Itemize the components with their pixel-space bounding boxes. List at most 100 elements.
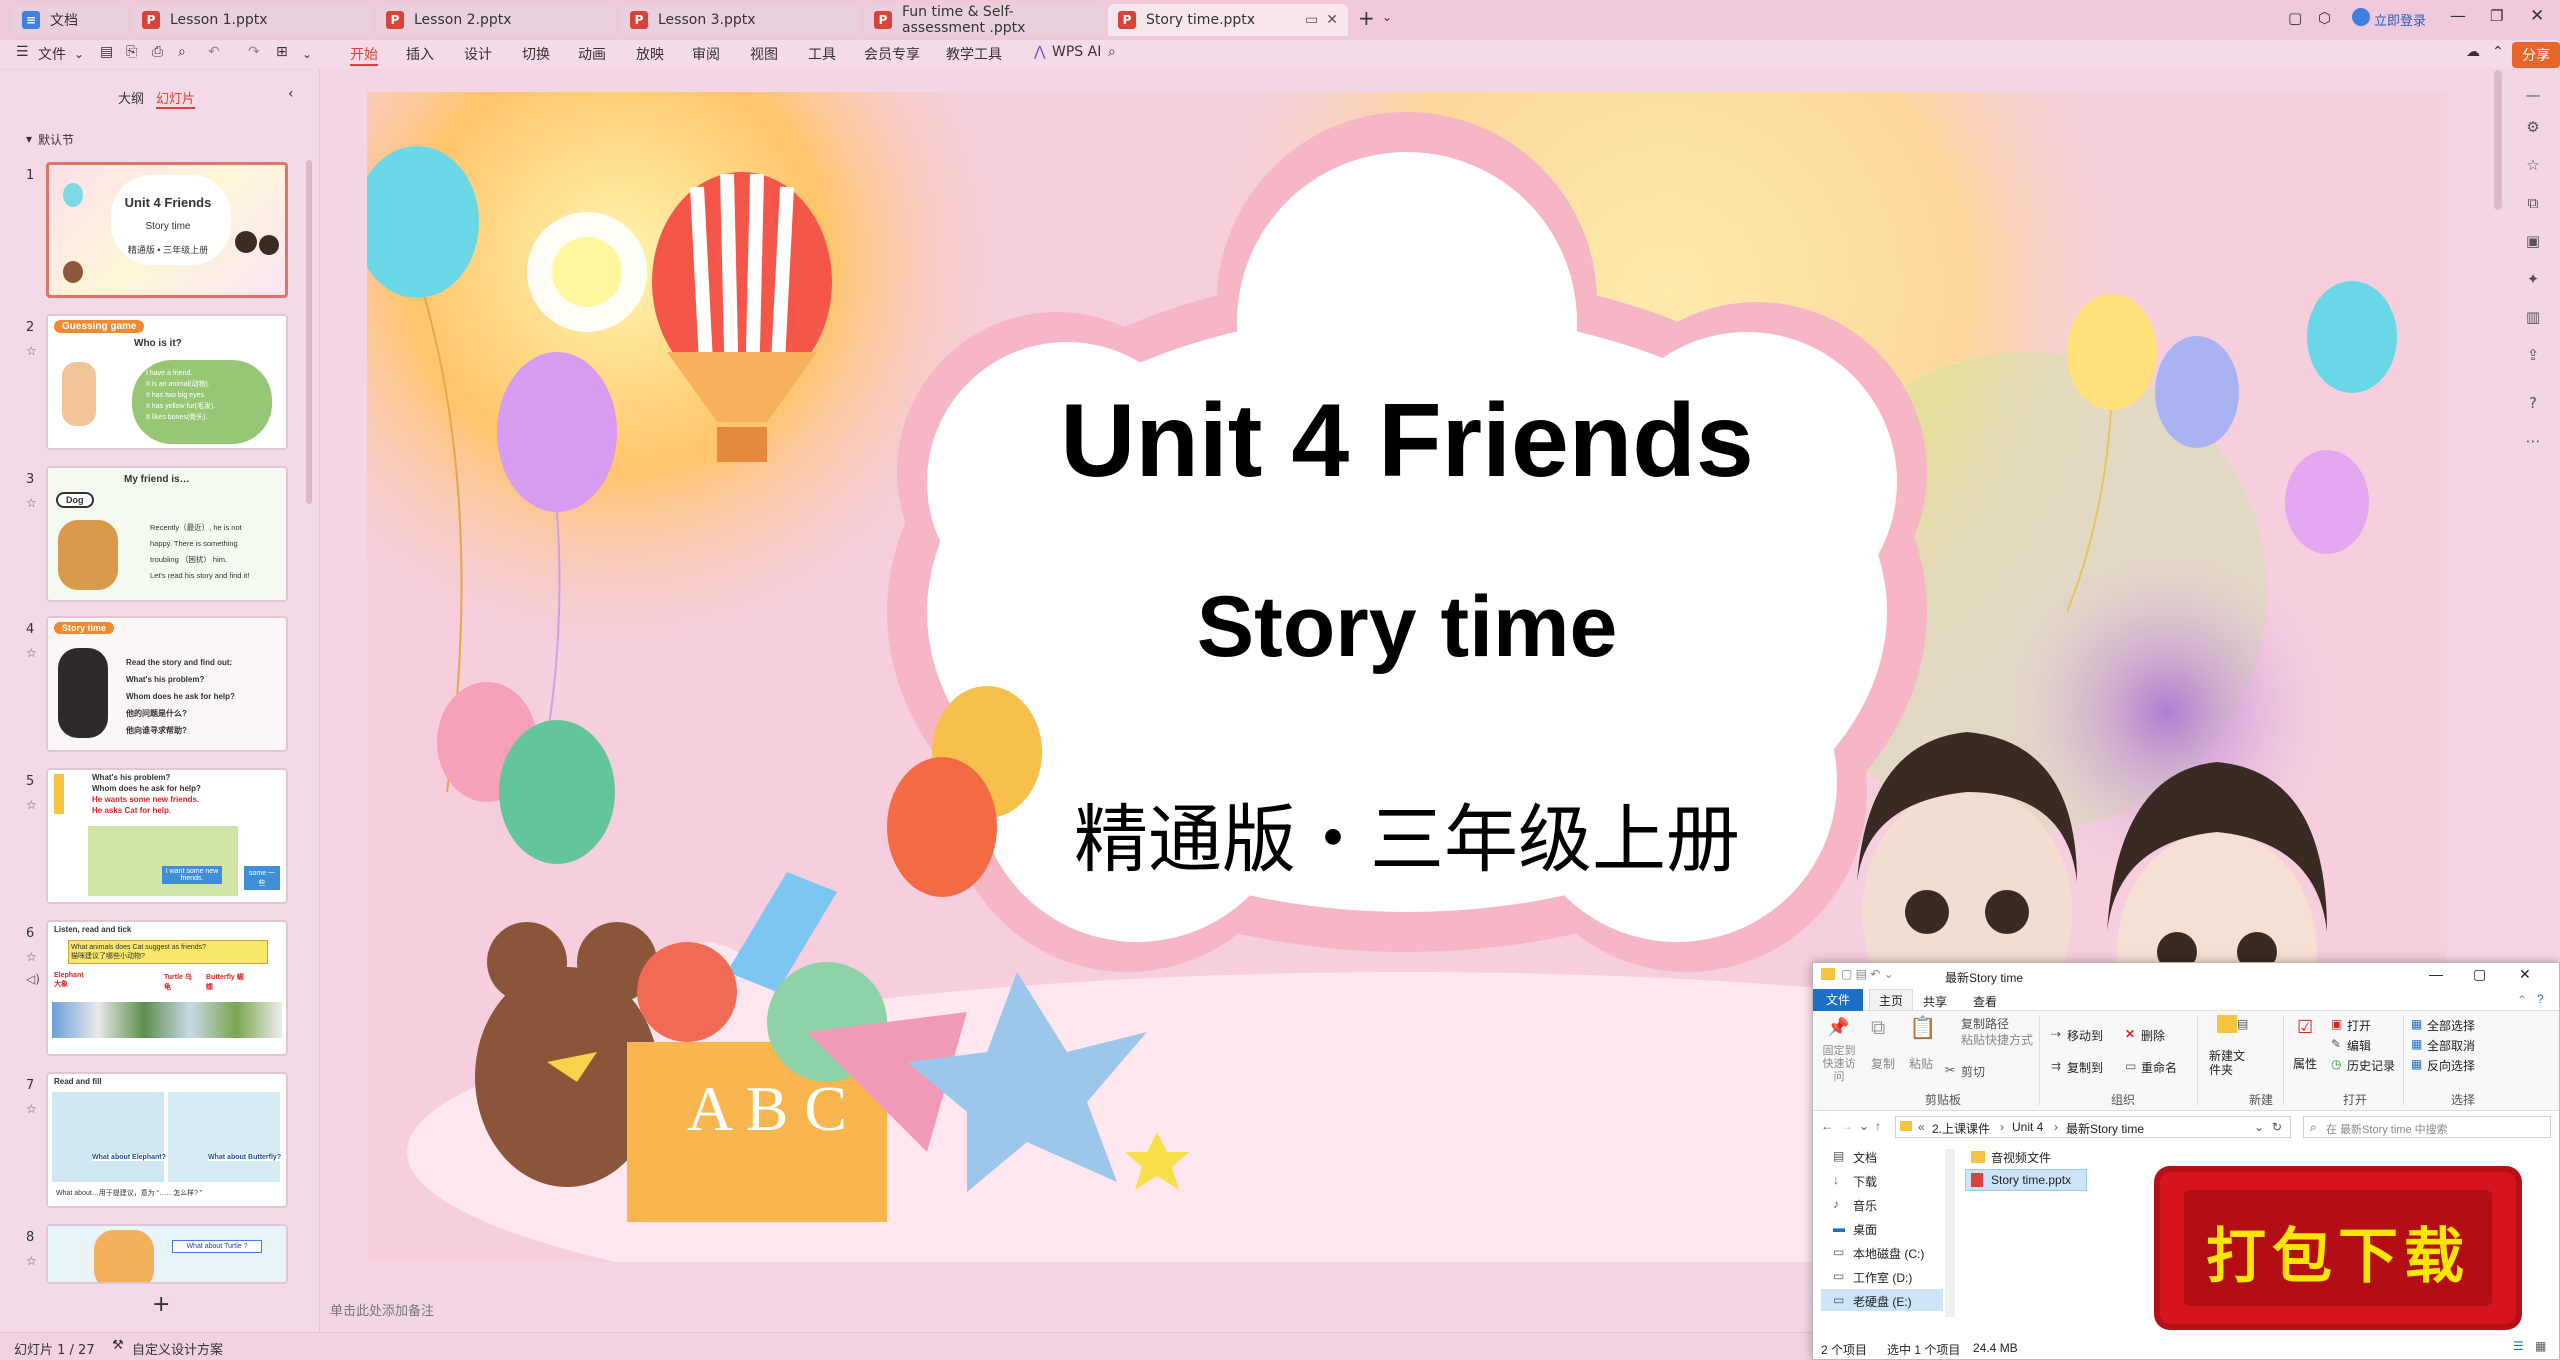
forward-icon[interactable]: → xyxy=(1841,1119,1853,1133)
move-to-button[interactable]: 移动到 xyxy=(2067,1027,2103,1044)
new-folder-icon[interactable] xyxy=(2217,1015,2237,1033)
export-icon[interactable]: ⎘ xyxy=(126,44,137,60)
explorer-close-icon[interactable]: ✕ xyxy=(2519,966,2531,983)
preview-icon[interactable]: ⌕ xyxy=(178,44,186,60)
rename-icon[interactable]: ▭ xyxy=(2125,1059,2136,1073)
select-all-button[interactable]: 全部选择 xyxy=(2427,1017,2475,1034)
new-folder-button[interactable]: 新建文件夹 xyxy=(2209,1049,2245,1077)
wps-ai-button[interactable]: WPS AI xyxy=(1052,44,1101,60)
slide-thumbnail-6[interactable]: Listen, read and tick What animals does … xyxy=(46,920,288,1056)
file-menu-chevron-icon[interactable]: ⌄ xyxy=(74,47,84,61)
redo-icon[interactable]: ↷ xyxy=(248,44,260,60)
tab-list-chevron-icon[interactable]: ⌄ xyxy=(1382,10,1392,24)
thumbnail-scrollbar[interactable] xyxy=(306,160,312,504)
tab-lesson1[interactable]: P Lesson 1.pptx xyxy=(132,4,372,36)
tab-slides[interactable]: 幻灯片 xyxy=(156,88,196,109)
image-icon[interactable]: ▣ xyxy=(2522,232,2544,254)
explorer-minimize-icon[interactable]: — xyxy=(2429,966,2443,982)
refresh-icon[interactable]: ↻ xyxy=(2272,1120,2282,1134)
paste-button[interactable]: 粘贴 xyxy=(1909,1055,1933,1072)
explorer-tab-share[interactable]: 共享 xyxy=(1923,993,1947,1010)
slide-subtitle[interactable]: Story time xyxy=(367,578,2447,677)
favorite-icon[interactable]: ☆ xyxy=(2522,156,2544,178)
path-segment[interactable]: 最新Story time xyxy=(2066,1120,2144,1137)
copy-icon[interactable]: ⧉ xyxy=(2522,194,2544,216)
path-segment[interactable]: Unit 4 xyxy=(2012,1120,2043,1134)
scissors-icon[interactable]: ✂ xyxy=(1945,1063,1955,1077)
more-chevron-icon[interactable]: ⌄ xyxy=(302,47,312,61)
history-icon[interactable]: ◷ xyxy=(2331,1057,2341,1071)
monitor-icon[interactable]: ▭ xyxy=(1305,12,1318,28)
window-layout-icon[interactable]: ▢ xyxy=(2288,9,2302,27)
nav-item-documents[interactable]: 文档 xyxy=(1853,1149,1877,1166)
pin-quick-access[interactable]: 固定到快速访问 xyxy=(1819,1045,1859,1084)
menu-teaching-tools[interactable]: 教学工具 xyxy=(946,44,1002,64)
explorer-help-icon[interactable]: ? xyxy=(2537,992,2544,1006)
move-to-icon[interactable]: ⇢ xyxy=(2051,1027,2061,1041)
recent-chevron-icon[interactable]: ⌄ xyxy=(1859,1119,1869,1133)
tab-outline[interactable]: 大纲 xyxy=(118,88,144,107)
cloud-sync-icon[interactable]: ☁ xyxy=(2466,44,2480,60)
star-icon[interactable]: ☆ xyxy=(26,950,37,964)
menu-review[interactable]: 审阅 xyxy=(692,44,720,64)
open-button[interactable]: 打开 xyxy=(2347,1017,2371,1034)
slide-thumbnail-2[interactable]: Guessing game Who is it? I have a friend… xyxy=(46,314,288,450)
menu-transition[interactable]: 切换 xyxy=(522,44,550,64)
select-all-icon[interactable]: ▦ xyxy=(2411,1017,2422,1031)
menu-animation[interactable]: 动画 xyxy=(578,44,606,64)
slide-scrollbar[interactable] xyxy=(2494,70,2502,210)
slide-title[interactable]: Unit 4 Friends xyxy=(367,382,2447,501)
collapse-icon[interactable]: ⌃ xyxy=(2492,44,2504,60)
slide-thumbnail-4[interactable]: Story time Read the story and find out: … xyxy=(46,616,288,752)
section-toggle-icon[interactable]: ▾ xyxy=(26,132,32,146)
history-button[interactable]: 历史记录 xyxy=(2347,1057,2395,1074)
audio-icon[interactable]: ◁) xyxy=(26,972,40,986)
delete-button[interactable]: 删除 xyxy=(2141,1027,2165,1044)
delete-icon[interactable]: ✕ xyxy=(2125,1027,2135,1041)
cube-icon[interactable]: ⬡ xyxy=(2318,9,2331,27)
copy-icon[interactable]: ⧉ xyxy=(1871,1017,1885,1040)
menu-view[interactable]: 视图 xyxy=(750,44,778,64)
tab-story-time[interactable]: P Story time.pptx ▭ ✕ xyxy=(1108,4,1348,36)
file-item-story-time[interactable]: Story time.pptx xyxy=(1991,1173,2071,1187)
star-icon[interactable]: ☆ xyxy=(26,646,37,660)
share-panel-icon[interactable]: ⇪ xyxy=(2522,346,2544,368)
properties-check-icon[interactable]: ☑ xyxy=(2297,1017,2313,1038)
magic-icon[interactable]: ✦ xyxy=(2522,270,2544,292)
collapse-panel-icon[interactable]: ‹ xyxy=(288,86,294,102)
tab-fun-time[interactable]: P Fun time & Self-assessment .pptx xyxy=(864,4,1104,36)
star-icon[interactable]: ☆ xyxy=(26,1102,37,1116)
nav-item-drive-c[interactable]: 本地磁盘 (C:) xyxy=(1853,1245,1924,1262)
nav-item-drive-e[interactable]: 老硬盘 (E:) xyxy=(1853,1293,1912,1310)
print-icon[interactable]: ⎙ xyxy=(152,44,163,60)
rename-button[interactable]: 重命名 xyxy=(2141,1059,2177,1076)
menu-tools[interactable]: 工具 xyxy=(808,44,836,64)
address-bar[interactable]: « 2.上课课件 › Unit 4 › 最新Story time ⌄ ↻ xyxy=(1895,1116,2291,1138)
help-icon[interactable]: ? xyxy=(2522,394,2544,416)
paste-shortcut-button[interactable]: 粘贴快捷方式 xyxy=(1961,1031,2033,1048)
undo-icon[interactable]: ↶ xyxy=(208,44,220,60)
minimize-icon[interactable]: — xyxy=(2450,6,2466,25)
download-badge[interactable]: 打包下载 xyxy=(2160,1172,2516,1324)
search-icon[interactable]: ⌕ xyxy=(1108,44,1116,60)
slide-thumbnail-1[interactable]: Unit 4 Friends Story time 精通版 • 三年级上册 xyxy=(46,162,288,298)
star-icon[interactable]: ☆ xyxy=(26,496,37,510)
slide-thumbnail-3[interactable]: My friend is… Dog Recently（最近）, he is no… xyxy=(46,466,288,602)
invert-selection-icon[interactable]: ▦ xyxy=(2411,1057,2422,1071)
copy-to-button[interactable]: 复制到 xyxy=(2067,1059,2103,1076)
pin-icon[interactable]: 📌 xyxy=(1827,1017,1849,1038)
edit-icon[interactable]: ✎ xyxy=(2331,1037,2341,1051)
cut-button[interactable]: 剪切 xyxy=(1961,1063,1985,1080)
tab-documents[interactable]: ≡ 文档 xyxy=(12,4,128,36)
explorer-maximize-icon[interactable]: ▢ xyxy=(2473,966,2486,983)
file-item-media-folder[interactable]: 音视频文件 xyxy=(1991,1149,2051,1166)
menu-home[interactable]: 开始 xyxy=(350,44,378,66)
explorer-tab-view[interactable]: 查看 xyxy=(1973,993,1997,1010)
copy-path-button[interactable]: 复制路径 xyxy=(1961,1015,2009,1032)
close-window-icon[interactable]: ✕ xyxy=(2530,6,2544,26)
nav-item-music[interactable]: 音乐 xyxy=(1853,1197,1877,1214)
nav-item-desktop[interactable]: 桌面 xyxy=(1853,1221,1877,1238)
details-view-icon[interactable]: ☰ xyxy=(2513,1339,2524,1353)
ribbon-collapse-icon[interactable]: ⌃ xyxy=(2517,993,2527,1007)
minimize-panel-icon[interactable]: — xyxy=(2522,86,2544,108)
